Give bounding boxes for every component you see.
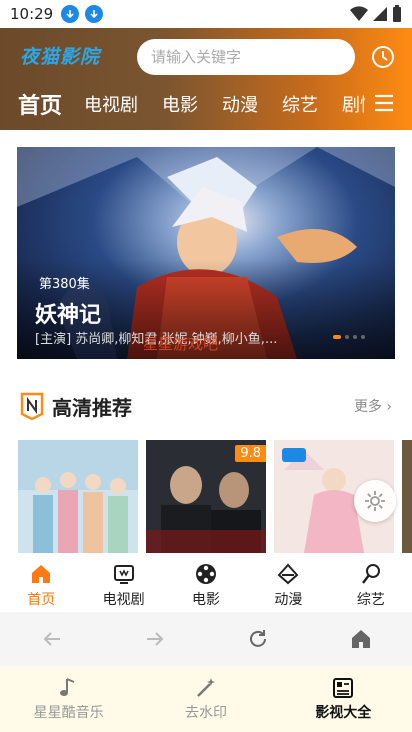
app-tab-remove-watermark[interactable]: 去水印 — [137, 666, 274, 732]
tab-anime[interactable]: 动漫 — [222, 91, 258, 117]
home-icon — [32, 565, 51, 583]
magic-wand-icon — [197, 678, 215, 697]
status-bar: 10:29 — [0, 0, 412, 28]
banner-carousel[interactable]: 第380集 妖神记 [主演] 苏尚卿,柳知君,张妮,钟巍,柳小鱼,... — [17, 147, 395, 359]
tab-drama[interactable]: 剧情 — [342, 91, 365, 117]
arrow-right-icon — [146, 632, 163, 646]
category-tabs: 首页 电视剧 电影 动漫 综艺 剧情 — [0, 88, 365, 120]
menu-icon[interactable] — [372, 92, 396, 114]
settings-fab[interactable] — [354, 480, 396, 522]
refresh-icon — [249, 630, 266, 647]
bottom-tab-home[interactable]: 首页 — [0, 554, 82, 612]
section-title: 高清推荐 — [52, 395, 132, 420]
section-badge-icon — [20, 392, 44, 420]
recommend-card-list: 9.8 — [18, 440, 412, 553]
banner-episode: 第380集 — [39, 277, 90, 292]
app-logo: 夜猫影院 — [20, 46, 101, 68]
microphone-icon — [361, 564, 380, 584]
forward-button[interactable] — [103, 628, 206, 650]
poster-image — [402, 440, 412, 553]
bottom-tab-variety[interactable]: 综艺 — [330, 554, 412, 612]
music-note-icon — [59, 678, 75, 696]
download-icon — [61, 5, 80, 23]
refresh-button[interactable] — [206, 628, 309, 650]
search-box[interactable] — [137, 39, 355, 75]
anime-icon — [278, 563, 299, 585]
tab-movies[interactable]: 电影 — [162, 91, 198, 117]
poster-image — [18, 440, 138, 553]
app-tab-video-collection[interactable]: 影视大全 — [275, 666, 412, 732]
signal-icon — [373, 7, 387, 21]
chevron-right-icon: › — [386, 399, 392, 415]
home-button[interactable] — [309, 628, 412, 650]
back-button[interactable] — [0, 628, 103, 650]
film-reel-icon — [196, 564, 217, 584]
carousel-dot — [345, 335, 349, 339]
download-icon — [85, 5, 104, 23]
carousel-dot — [353, 335, 357, 339]
tv-icon — [113, 565, 134, 584]
browser-nav-bar — [0, 612, 412, 666]
tab-home[interactable]: 首页 — [18, 88, 62, 120]
gear-icon — [365, 491, 385, 511]
video-card[interactable] — [18, 440, 138, 553]
bottom-tab-anime[interactable]: 动漫 — [247, 554, 329, 612]
carousel-dot — [333, 335, 341, 339]
bottom-tab-movies[interactable]: 电影 — [165, 554, 247, 612]
tab-variety[interactable]: 综艺 — [282, 91, 318, 117]
tab-tv-series[interactable]: 电视剧 — [84, 91, 138, 117]
search-input[interactable] — [151, 48, 345, 66]
battery-icon — [393, 5, 401, 22]
app-header: 夜猫影院 首页 电视剧 电影 动漫 综艺 剧情 — [0, 28, 412, 130]
bottom-tab-tv[interactable]: 电视剧 — [82, 554, 164, 612]
carousel-indicator — [333, 335, 365, 339]
recommend-section-header: 高清推荐 更多 › — [20, 390, 392, 422]
carousel-dot — [361, 335, 365, 339]
more-link[interactable]: 更多 › — [354, 396, 392, 416]
status-time: 10:29 — [10, 5, 54, 23]
app-tab-music[interactable]: 星星酷音乐 — [0, 666, 137, 732]
rating-badge: 9.8 — [235, 445, 266, 462]
history-clock-icon[interactable] — [371, 45, 395, 69]
home-icon — [351, 630, 370, 648]
app-bottom-bar: 星星酷音乐 去水印 影视大全 — [0, 666, 412, 732]
video-card[interactable] — [402, 440, 412, 553]
overlay-watermark-text: 星星游戏吧 — [143, 335, 219, 353]
film-list-icon — [333, 678, 354, 698]
video-card[interactable]: 9.8 — [146, 440, 266, 553]
bottom-tab-bar: 首页 电视剧 电影 动漫 综艺 — [0, 554, 412, 612]
wifi-icon — [350, 6, 368, 22]
banner-title: 妖神记 — [35, 303, 102, 328]
arrow-left-icon — [43, 632, 60, 646]
